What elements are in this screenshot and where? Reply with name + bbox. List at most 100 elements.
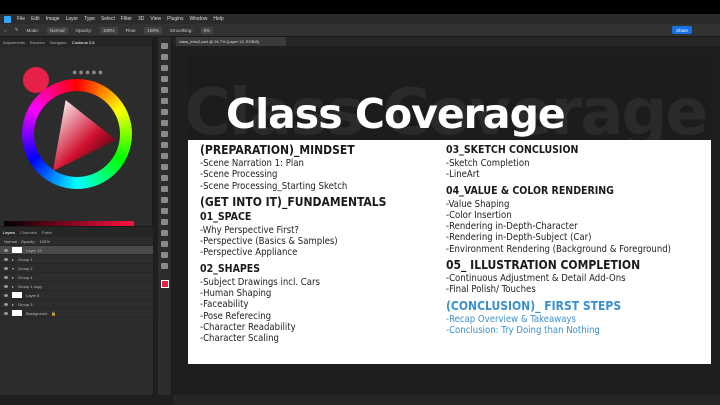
eye-icon[interactable] (4, 311, 8, 315)
share-button[interactable]: Share (672, 26, 692, 34)
layers-opacity-field[interactable]: 100% (40, 239, 50, 244)
pen-tool-icon[interactable] (161, 208, 168, 214)
move-tool-icon[interactable] (161, 43, 168, 49)
section-heading: 03_SKETCH CONCLUSION (446, 144, 579, 156)
layer-name: Layer 13 (26, 247, 42, 253)
marquee-tool-icon[interactable] (161, 54, 168, 60)
list-item: -Conclusion: Try Doing than Nothing (446, 324, 600, 336)
layer-row[interactable]: ▸ Group 3 (0, 300, 153, 309)
home-icon[interactable]: ⌂ (4, 28, 7, 33)
layer-row[interactable]: ▸ Group 1 (0, 255, 153, 264)
canvas[interactable]: Class Coverage Class Coverage (PREPARATI… (188, 56, 711, 364)
document-tab[interactable]: class_intro2.psd @ 24.7% (Layer 13, RGB/… (176, 37, 286, 46)
list-item: -Environment Rendering (Background & For… (446, 243, 671, 255)
opacity-field[interactable]: 100% (100, 26, 118, 34)
current-color-swatch[interactable] (23, 67, 49, 93)
layer-row[interactable]: ▸ Group 4 (0, 273, 153, 282)
type-tool-icon[interactable] (161, 219, 168, 225)
opacity-label: Opacity: (75, 27, 93, 33)
canvas-title: Class Coverage (226, 90, 566, 138)
coverage-card: (PREPARATION)_MINDSET -Scene Narration 1… (188, 140, 711, 364)
color-wheel-panel: ●●●●● (0, 47, 152, 189)
healing-tool-icon[interactable] (161, 120, 168, 126)
list-item: -Perspective (Basics & Samples) (200, 236, 338, 248)
layer-name: Group 3 (18, 301, 33, 307)
layers-opacity-label: Opacity: (20, 238, 36, 244)
color-wheel[interactable] (22, 79, 132, 189)
hand-tool-icon[interactable] (161, 252, 168, 258)
menu-3d[interactable]: 3D (138, 16, 144, 22)
eye-icon[interactable] (4, 302, 8, 306)
brush-tool-icon[interactable] (161, 131, 168, 137)
eye-icon[interactable] (4, 275, 8, 279)
list-item: -Character Readability (200, 321, 296, 333)
quick-select-tool-icon[interactable] (161, 76, 168, 82)
crop-tool-icon[interactable] (161, 87, 168, 93)
brush-preset-icons[interactable]: ●●●●● (72, 67, 104, 77)
eyedropper-tool-icon[interactable] (161, 109, 168, 115)
tab-adjustments[interactable]: Adjustments (3, 40, 25, 45)
menu-plugins[interactable]: Plugins (167, 16, 183, 22)
eye-icon[interactable] (4, 284, 8, 288)
menu-filter[interactable]: Filter (121, 16, 132, 22)
layer-name: Group 1 copy (18, 283, 43, 289)
list-item: -Scene Narration 1: Plan (200, 158, 304, 169)
eye-icon[interactable] (4, 293, 8, 297)
brush-tool-icon[interactable]: ✎ (15, 27, 19, 33)
eraser-tool-icon[interactable] (161, 164, 168, 170)
eye-icon[interactable] (4, 248, 8, 252)
eye-icon[interactable] (4, 257, 8, 261)
tab-coolorus[interactable]: Coolorus 2.6 (72, 40, 95, 45)
tab-navigator[interactable]: Navigator (50, 40, 67, 45)
tab-channels[interactable]: Channels (20, 230, 37, 235)
layer-row[interactable]: Layer 13 (0, 246, 153, 255)
mode-select[interactable]: Normal (47, 26, 68, 34)
layer-name: Group 4 (18, 274, 33, 280)
status-bar (173, 395, 720, 405)
menu-image[interactable]: Image (46, 16, 60, 22)
blur-tool-icon[interactable] (161, 186, 168, 192)
layer-row[interactable]: ▾ Group 2 (0, 264, 153, 273)
tab-paths[interactable]: Paths (42, 230, 52, 235)
layer-name: Group 1 (18, 256, 33, 262)
list-item: -Character Scaling (200, 333, 279, 345)
layers-blend-select[interactable]: Normal (4, 239, 17, 244)
menu-file[interactable]: File (17, 16, 25, 22)
menu-help[interactable]: Help (213, 16, 223, 22)
menu-select[interactable]: Select (101, 16, 115, 22)
flow-field[interactable]: 100% (144, 26, 162, 34)
lasso-tool-icon[interactable] (161, 65, 168, 71)
layer-row[interactable]: Layer 5 (0, 291, 153, 300)
folder-icon: ▸ (12, 274, 15, 280)
color-triangle[interactable] (53, 99, 116, 171)
gradient-tool-icon[interactable] (161, 175, 168, 181)
dodge-tool-icon[interactable] (161, 197, 168, 203)
menu-window[interactable]: Window (190, 16, 208, 22)
eye-icon[interactable] (4, 266, 8, 270)
list-item: -Recap Overview & Takeaways (446, 313, 576, 325)
shape-tool-icon[interactable] (161, 241, 168, 247)
smoothing-field[interactable]: 0% (200, 26, 214, 34)
mode-label: Mode: (26, 27, 40, 33)
menu-view[interactable]: View (150, 16, 161, 22)
section-heading: 05_ ILLUSTRATION COMPLETION (446, 258, 641, 273)
layer-thumbnail (12, 247, 22, 253)
tab-layers[interactable]: Layers (3, 230, 15, 235)
tab-brushes[interactable]: Brushes (30, 40, 45, 45)
document-tab-strip: class_intro2.psd @ 24.7% (Layer 13, RGB/… (173, 37, 720, 46)
history-brush-tool-icon[interactable] (161, 153, 168, 159)
zoom-tool-icon[interactable] (161, 263, 168, 269)
list-item: -Sketch Completion (446, 158, 530, 169)
layer-thumbnail (12, 292, 22, 298)
menu-edit[interactable]: Edit (31, 16, 40, 22)
foreground-color-swatch[interactable] (160, 280, 169, 288)
path-select-tool-icon[interactable] (161, 230, 168, 236)
menu-layer[interactable]: Layer (66, 16, 79, 22)
layer-row[interactable]: Background 🔒 (0, 309, 153, 318)
layer-row[interactable]: ▸ Group 1 copy (0, 282, 153, 291)
frame-tool-icon[interactable] (161, 98, 168, 104)
menu-type[interactable]: Type (84, 16, 95, 22)
section-heading: (GET INTO IT)_FUNDAMENTALS (200, 194, 387, 209)
layers-tabs: Layers Channels Paths (0, 227, 153, 237)
stamp-tool-icon[interactable] (161, 142, 168, 148)
